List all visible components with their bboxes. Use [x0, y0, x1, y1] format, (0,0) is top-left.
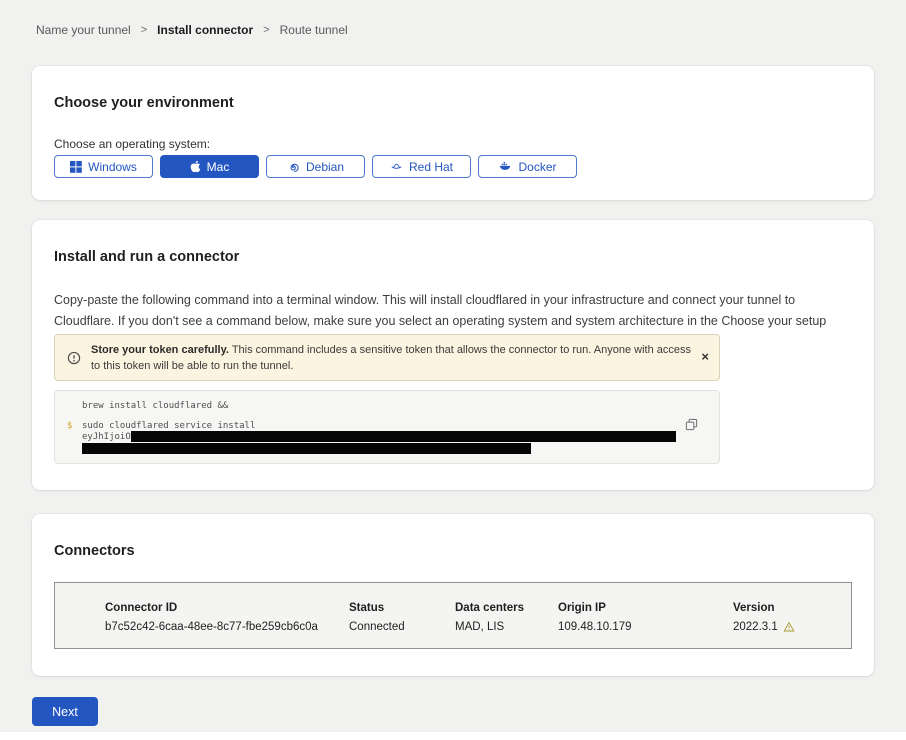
connector-id-cell: b7c52c42-6caa-48ee-8c77-fbe259cb6c0a	[105, 621, 318, 633]
token-warning-text: Store your token carefully. This command…	[91, 342, 697, 374]
copy-icon[interactable]	[685, 418, 698, 431]
debian-icon	[287, 160, 300, 173]
os-button-redhat[interactable]: Red Hat	[372, 155, 471, 178]
breadcrumb-step-install-connector[interactable]: Install connector	[157, 23, 253, 37]
os-button-mac[interactable]: Mac	[160, 155, 259, 178]
column-header-origin-ip: Origin IP	[558, 602, 606, 614]
os-select-label: Choose an operating system:	[54, 137, 210, 151]
token-warning-title: Store your token carefully.	[91, 344, 229, 356]
docker-icon	[498, 160, 512, 173]
os-button-label: Red Hat	[409, 160, 453, 174]
breadcrumb: Name your tunnel > Install connector > R…	[36, 23, 348, 37]
connectors-table: Connector ID Status Data centers Origin …	[54, 582, 852, 649]
os-button-group: Windows Mac Debian Red Hat Docker	[54, 155, 577, 178]
shell-prompt: $	[67, 421, 72, 431]
connectors-card: Connectors Connector ID Status Data cent…	[32, 514, 874, 676]
os-button-debian[interactable]: Debian	[266, 155, 365, 178]
redhat-icon	[390, 160, 403, 173]
choose-environment-card: Choose your environment Choose an operat…	[32, 66, 874, 200]
os-button-label: Debian	[306, 160, 344, 174]
column-header-status: Status	[349, 602, 384, 614]
column-header-version: Version	[733, 602, 775, 614]
breadcrumb-separator: >	[141, 24, 147, 36]
os-button-label: Mac	[207, 160, 230, 174]
column-header-data-centers: Data centers	[455, 602, 524, 614]
bottom-strip	[0, 732, 906, 740]
redaction-bar	[131, 431, 676, 442]
redaction-bar	[82, 443, 531, 454]
connectors-card-title: Connectors	[54, 544, 135, 559]
breadcrumb-step-name-your-tunnel[interactable]: Name your tunnel	[36, 23, 131, 37]
code-line-brew: brew install cloudflared &&	[82, 401, 228, 411]
close-icon[interactable]: ×	[701, 350, 709, 363]
next-button[interactable]: Next	[32, 697, 98, 726]
token-prefix-text: eyJhIjoiO	[82, 432, 131, 442]
windows-icon	[70, 161, 82, 173]
warning-triangle-icon	[783, 621, 795, 633]
os-button-label: Windows	[88, 160, 137, 174]
code-line-sudo: sudo cloudflared service install	[82, 421, 255, 431]
version-text: 2022.3.1	[733, 621, 778, 633]
data-centers-cell: MAD, LIS	[455, 621, 504, 633]
install-connector-card: Install and run a connector Copy-paste t…	[32, 220, 874, 490]
os-button-docker[interactable]: Docker	[478, 155, 577, 178]
install-card-title: Install and run a connector	[54, 250, 239, 265]
breadcrumb-step-route-tunnel[interactable]: Route tunnel	[280, 23, 348, 37]
token-warning-banner: Store your token carefully. This command…	[54, 334, 720, 381]
install-command-code-block: brew install cloudflared && $ sudo cloud…	[54, 390, 720, 464]
environment-card-title: Choose your environment	[54, 96, 234, 111]
os-button-windows[interactable]: Windows	[54, 155, 153, 178]
os-button-label: Docker	[518, 160, 556, 174]
breadcrumb-separator: >	[263, 24, 269, 36]
status-cell: Connected	[349, 621, 405, 633]
origin-ip-cell: 109.48.10.179	[558, 621, 632, 633]
version-cell: 2022.3.1	[733, 621, 795, 633]
apple-icon	[190, 160, 201, 173]
alert-circle-icon	[67, 351, 81, 365]
column-header-connector-id: Connector ID	[105, 602, 177, 614]
